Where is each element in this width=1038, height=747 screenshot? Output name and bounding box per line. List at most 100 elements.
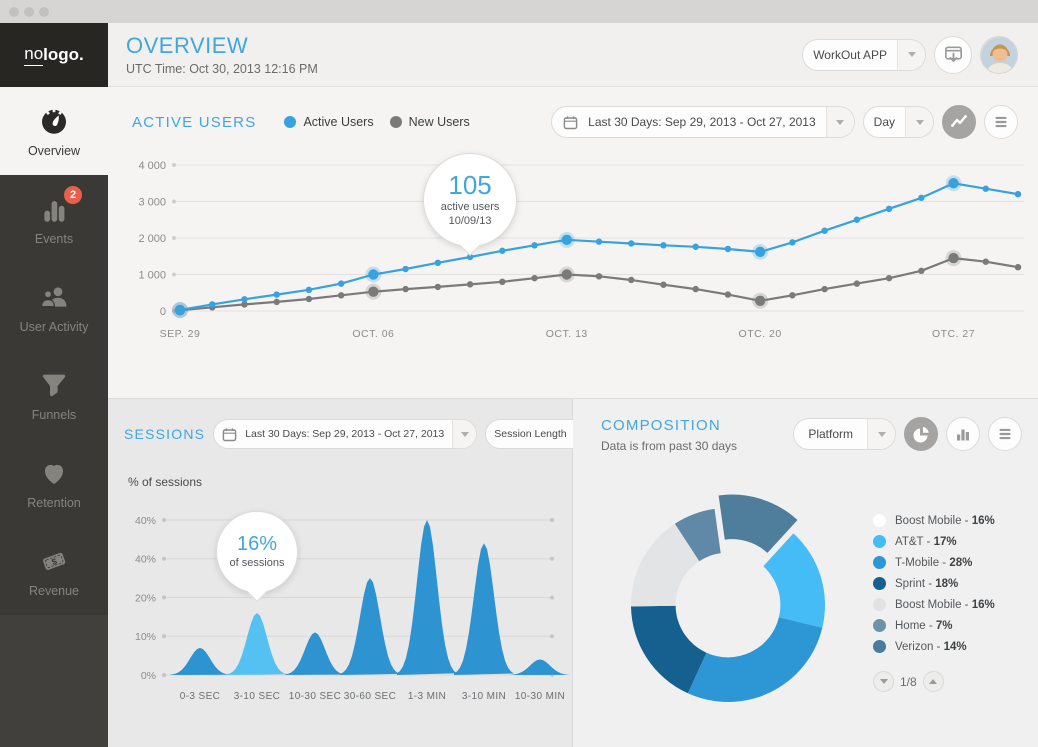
legend-dot-icon [873, 556, 886, 569]
composition-legend-item[interactable]: Boost Mobile - 16% [873, 510, 995, 531]
sessions-tooltip: 16% of sessions [216, 511, 298, 593]
granularity-select[interactable]: Day [863, 106, 934, 138]
legend-label: Active Users [303, 115, 373, 129]
window-dot[interactable] [24, 7, 34, 17]
chevron-down-icon[interactable] [905, 107, 933, 137]
notification-badge: 2 [64, 186, 82, 204]
composition-legend-item[interactable]: T-Mobile - 28% [873, 552, 995, 573]
sidebar-item-label: User Activity [20, 320, 89, 334]
utc-time: UTC Time: Oct 30, 2013 12:16 PM [126, 62, 318, 76]
window-titlebar [0, 0, 1038, 23]
composition-legend-item[interactable]: AT&T - 17% [873, 531, 995, 552]
pager-down-button[interactable] [873, 671, 894, 692]
svg-text:20%: 20% [135, 592, 156, 604]
bar-chart-icon [953, 424, 973, 444]
active-users-panel: ACTIVE USERS Active UsersNew Users Last … [108, 87, 1038, 399]
composition-legend-item[interactable]: Home - 7% [873, 615, 995, 636]
gauge-icon [36, 105, 72, 137]
date-range-select[interactable]: Last 30 Days: Sep 29, 2013 - Oct 27, 201… [551, 106, 854, 138]
chevron-down-icon[interactable] [897, 40, 925, 70]
composition-legend-item[interactable]: Boost Mobile - 16% [873, 594, 995, 615]
donut-slice-t-mobile[interactable] [688, 617, 822, 702]
heart-icon [36, 457, 72, 489]
sessions-title: SESSIONS [124, 426, 205, 442]
composition-panel: COMPOSITION Data is from past 30 days Pl… [573, 399, 1038, 747]
svg-text:OCT. 13: OCT. 13 [546, 328, 588, 340]
svg-text:30-60 SEC: 30-60 SEC [344, 691, 397, 702]
svg-text:0%: 0% [141, 670, 156, 682]
chevron-down-icon[interactable] [867, 419, 895, 449]
legend-label: Boost Mobile - 16% [895, 599, 995, 611]
pie-view-button[interactable] [904, 417, 938, 451]
svg-text:SEP. 29: SEP. 29 [160, 328, 201, 340]
app-selector[interactable]: WorkOut APP [802, 39, 926, 71]
menu-icon [996, 425, 1014, 443]
line-view-button[interactable] [942, 105, 976, 139]
svg-text:1-3 MIN: 1-3 MIN [408, 691, 446, 702]
svg-text:3-10 SEC: 3-10 SEC [234, 691, 281, 702]
chevron-down-icon[interactable] [826, 107, 854, 137]
svg-text:40%: 40% [135, 554, 156, 566]
bars-icon: 2 [36, 193, 72, 225]
legend-label: Verizon - 14% [895, 641, 967, 653]
export-button[interactable] [934, 36, 972, 74]
tooltip-label: of sessions [229, 556, 284, 570]
svg-text:OTC. 27: OTC. 27 [932, 328, 975, 340]
logo-prefix: no [24, 44, 43, 66]
sidebar-item-events[interactable]: 2Events [0, 175, 108, 263]
avatar[interactable] [980, 36, 1018, 74]
window-dot[interactable] [39, 7, 49, 17]
pie-chart-icon [911, 424, 931, 444]
composition-legend-item[interactable]: Verizon - 14% [873, 636, 995, 657]
window-dot[interactable] [9, 7, 19, 17]
svg-text:0-3 SEC: 0-3 SEC [180, 691, 221, 702]
calendar-icon [222, 427, 237, 442]
svg-text:3-10 MIN: 3-10 MIN [462, 691, 506, 702]
sidebar-item-retention[interactable]: Retention [0, 439, 108, 527]
svg-text:0: 0 [160, 306, 166, 318]
tooltip-value: 105 [448, 171, 491, 200]
legend-dot-icon [873, 640, 886, 653]
sessions-chart-svg[interactable]: 40%40%20%10%0%0-3 SEC3-10 SEC10-30 SEC30… [108, 489, 573, 721]
legend-dot-icon [873, 514, 886, 527]
line-chart-svg[interactable]: 4 0003 0002 0001 0000SEP. 29OCT. 06OCT. … [108, 139, 1038, 381]
tooltip-date: 10/09/13 [449, 214, 492, 228]
svg-text:3 000: 3 000 [138, 197, 166, 209]
app-window: nologo. OVERVIEW UTC Time: Oct 30, 2013 … [0, 0, 1038, 747]
sidebar-item-funnels[interactable]: Funnels [0, 351, 108, 439]
sessions-date-range-select[interactable]: Last 30 Days: Sep 29, 2013 - Oct 27, 201… [213, 419, 477, 449]
composition-title: COMPOSITION [601, 417, 737, 434]
sessions-date-range-value: Last 30 Days: Sep 29, 2013 - Oct 27, 201… [237, 428, 452, 440]
composition-legend-item[interactable]: Sprint - 18% [873, 573, 995, 594]
export-icon [943, 44, 964, 65]
svg-text:10-30 MIN: 10-30 MIN [515, 691, 565, 702]
main-content: ACTIVE USERS Active UsersNew Users Last … [108, 87, 1038, 747]
legend-item[interactable]: Active Users [284, 115, 373, 129]
calendar-icon [563, 115, 578, 130]
legend-item[interactable]: New Users [390, 115, 470, 129]
legend-dot-icon [873, 619, 886, 632]
logo[interactable]: nologo. [0, 23, 108, 87]
legend-label: T-Mobile - 28% [895, 557, 972, 569]
funnel-icon [36, 369, 72, 401]
sidebar-item-user-activity[interactable]: User Activity [0, 263, 108, 351]
donut-chart-svg[interactable] [593, 455, 873, 745]
legend-dot-icon [390, 116, 402, 128]
line-chart-icon [949, 112, 969, 132]
sidebar-item-overview[interactable]: Overview [0, 87, 108, 175]
platform-select[interactable]: Platform [793, 418, 896, 450]
pager-up-button[interactable] [923, 671, 944, 692]
active-users-legend: Active Users New Users [284, 115, 469, 129]
bar-view-button[interactable] [946, 417, 980, 451]
chevron-down-icon[interactable] [452, 420, 476, 448]
svg-text:4 000: 4 000 [138, 160, 166, 172]
sidebar-item-revenue[interactable]: $Revenue [0, 527, 108, 615]
legend-label: New Users [409, 115, 470, 129]
donut-slice-at-t[interactable] [763, 533, 825, 627]
svg-text:2 000: 2 000 [138, 233, 166, 245]
svg-text:10%: 10% [135, 631, 156, 643]
legend-dot-icon [284, 116, 296, 128]
comp-list-view-button[interactable] [988, 417, 1022, 451]
legend-dot-icon [873, 598, 886, 611]
list-view-button[interactable] [984, 105, 1018, 139]
